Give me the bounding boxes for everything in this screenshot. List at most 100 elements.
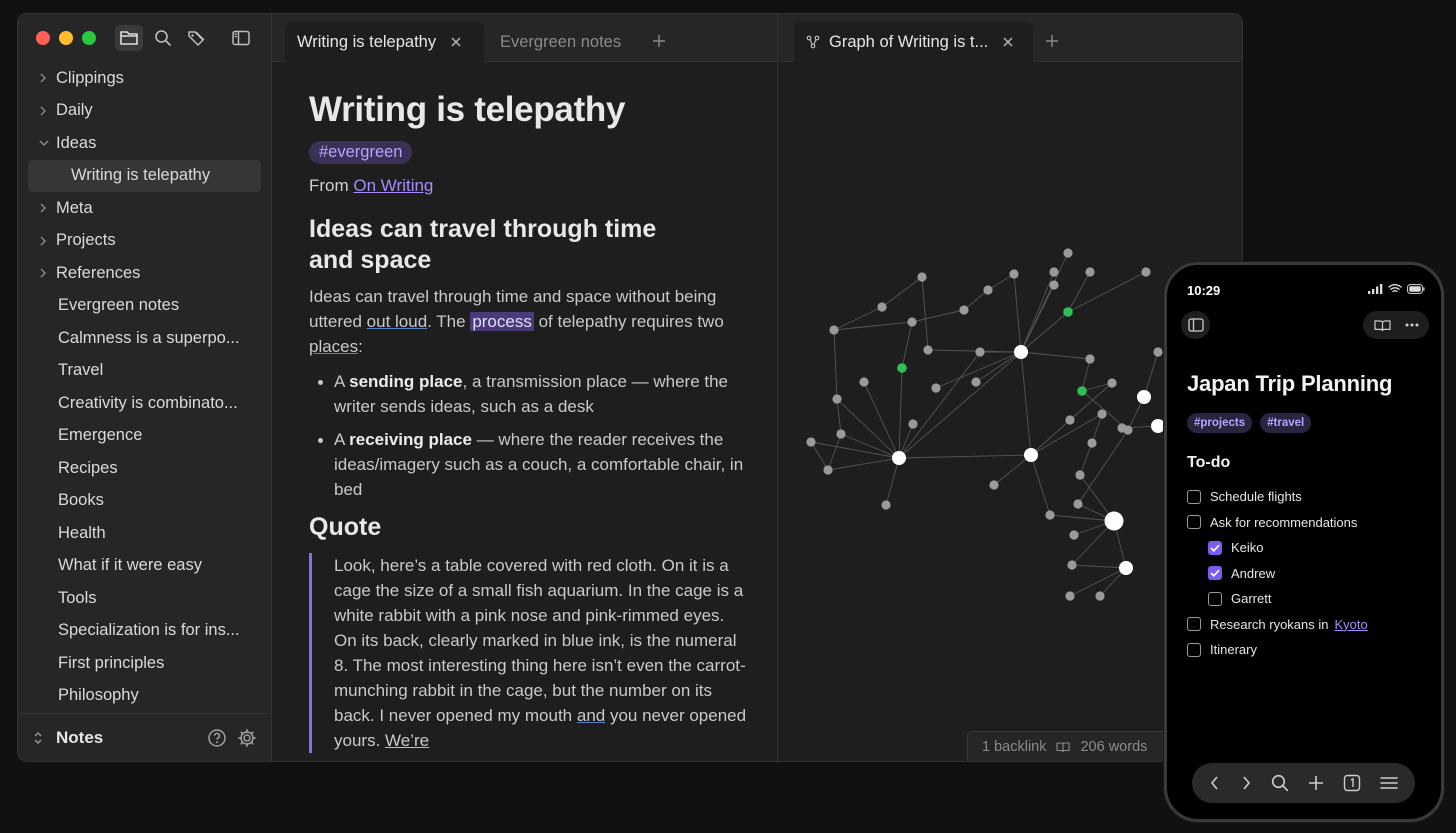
graph-node[interactable] — [1141, 267, 1151, 277]
file-item[interactable]: Creativity is combinato... — [28, 387, 261, 420]
graph-node[interactable] — [923, 345, 933, 355]
note-editor[interactable]: Writing is telepathy #evergreen From On … — [272, 62, 777, 761]
on-writing-link[interactable]: On Writing — [353, 176, 433, 195]
close-tab-icon[interactable] — [450, 36, 462, 48]
phone-note-title[interactable]: Japan Trip Planning — [1187, 371, 1392, 397]
folder-projects[interactable]: Projects — [28, 225, 261, 258]
file-item[interactable]: Recipes — [28, 452, 261, 485]
forward-icon[interactable] — [1240, 775, 1252, 791]
graph-node[interactable] — [959, 305, 969, 315]
search-tab-button[interactable] — [149, 25, 177, 51]
checkbox[interactable] — [1187, 489, 1201, 504]
file-item[interactable]: Calmness is a superpo... — [28, 322, 261, 355]
graph-node[interactable] — [1009, 269, 1019, 279]
graph-node[interactable] — [1049, 280, 1059, 290]
graph-node[interactable] — [1095, 591, 1105, 601]
graph-node[interactable] — [1065, 415, 1075, 425]
graph-node[interactable] — [1087, 438, 1097, 448]
file-item[interactable]: Tools — [28, 582, 261, 615]
checkbox-checked[interactable] — [1208, 566, 1222, 581]
gear-icon[interactable] — [237, 728, 257, 748]
file-item[interactable]: Specialization is for ins... — [28, 615, 261, 648]
graph-node[interactable] — [1069, 530, 1079, 540]
graph-node[interactable] — [877, 302, 887, 312]
graph-node[interactable] — [836, 429, 846, 439]
graph-node[interactable] — [1063, 248, 1073, 258]
graph-node[interactable] — [1045, 510, 1055, 520]
tag-travel[interactable]: #travel — [1260, 413, 1312, 433]
graph-node[interactable] — [1077, 386, 1087, 396]
graph-node[interactable] — [983, 285, 993, 295]
graph-node[interactable] — [917, 272, 927, 282]
folder-meta[interactable]: Meta — [28, 192, 261, 225]
graph-node[interactable] — [971, 377, 981, 387]
more-options-icon[interactable] — [1405, 323, 1419, 327]
back-icon[interactable] — [1209, 775, 1221, 791]
help-icon[interactable] — [207, 728, 227, 748]
search-icon[interactable] — [1271, 774, 1289, 792]
close-tab-icon[interactable] — [1002, 36, 1014, 48]
graph-node[interactable] — [1097, 409, 1107, 419]
tab-writing-is-telepathy[interactable]: Writing is telepathy — [285, 22, 484, 62]
tab-count-icon[interactable] — [1343, 774, 1361, 792]
graph-node[interactable] — [1065, 591, 1075, 601]
file-item[interactable]: What if it were easy — [28, 550, 261, 583]
tab-graph[interactable]: Graph of Writing is t... — [794, 22, 1033, 62]
file-item[interactable]: Emergence — [28, 420, 261, 453]
tab-evergreen-notes[interactable]: Evergreen notes — [488, 22, 633, 62]
checkbox[interactable] — [1187, 617, 1201, 632]
graph-node[interactable] — [1085, 354, 1095, 364]
folder-references[interactable]: References — [28, 257, 261, 290]
graph-node[interactable] — [975, 347, 985, 357]
graph-node[interactable] — [1117, 423, 1127, 433]
folder-clippings[interactable]: Clippings — [28, 62, 261, 95]
checkbox[interactable] — [1187, 642, 1201, 657]
file-item[interactable]: First principles — [28, 647, 261, 680]
phone-sidebar-button[interactable] — [1181, 311, 1210, 339]
toggle-sidebar-button[interactable] — [227, 25, 255, 51]
graph-node[interactable] — [1063, 307, 1073, 317]
vault-switcher-icon[interactable] — [32, 730, 44, 746]
graph-node[interactable] — [989, 480, 999, 490]
graph-node[interactable] — [1153, 347, 1163, 357]
file-item[interactable]: Books — [28, 485, 261, 518]
new-tab-icon[interactable] — [1045, 34, 1059, 48]
checkbox[interactable] — [1208, 591, 1222, 606]
graph-node[interactable] — [832, 394, 842, 404]
note-title[interactable]: Writing is telepathy — [309, 90, 749, 130]
new-tab-icon[interactable] — [652, 34, 666, 48]
graph-node[interactable] — [881, 500, 891, 510]
tag-evergreen[interactable]: #evergreen — [309, 141, 413, 164]
graph-node[interactable] — [1137, 390, 1151, 404]
graph-node[interactable] — [892, 451, 906, 465]
graph-node[interactable] — [907, 317, 917, 327]
checkbox-checked[interactable] — [1208, 540, 1222, 555]
new-note-icon[interactable] — [1308, 775, 1324, 791]
folder-daily[interactable]: Daily — [28, 95, 261, 128]
tag-projects[interactable]: #projects — [1187, 413, 1253, 433]
graph-node[interactable] — [908, 419, 918, 429]
checkbox[interactable] — [1187, 515, 1201, 530]
minimize-window-button[interactable] — [59, 31, 73, 45]
tags-tab-button[interactable] — [183, 25, 211, 51]
graph-node[interactable] — [806, 437, 816, 447]
graph-node[interactable] — [897, 363, 907, 373]
graph-node[interactable] — [1119, 561, 1133, 575]
reading-view-icon[interactable] — [1373, 319, 1391, 332]
files-tab-button[interactable] — [115, 25, 143, 51]
close-window-button[interactable] — [36, 31, 50, 45]
graph-node[interactable] — [1107, 378, 1117, 388]
folder-ideas[interactable]: Ideas — [28, 127, 261, 160]
backlink-count[interactable]: 1 backlink — [982, 739, 1046, 755]
file-item[interactable]: Evergreen notes — [28, 290, 261, 323]
file-item[interactable]: Health — [28, 517, 261, 550]
graph-node[interactable] — [1024, 448, 1038, 462]
graph-node[interactable] — [1104, 511, 1124, 531]
file-item[interactable]: Philosophy — [28, 680, 261, 713]
graph-node[interactable] — [1085, 267, 1095, 277]
menu-icon[interactable] — [1379, 776, 1398, 790]
graph-node[interactable] — [1151, 419, 1165, 433]
graph-node[interactable] — [823, 465, 833, 475]
file-writing-is-telepathy[interactable]: Writing is telepathy — [28, 159, 261, 192]
graph-node[interactable] — [859, 377, 869, 387]
